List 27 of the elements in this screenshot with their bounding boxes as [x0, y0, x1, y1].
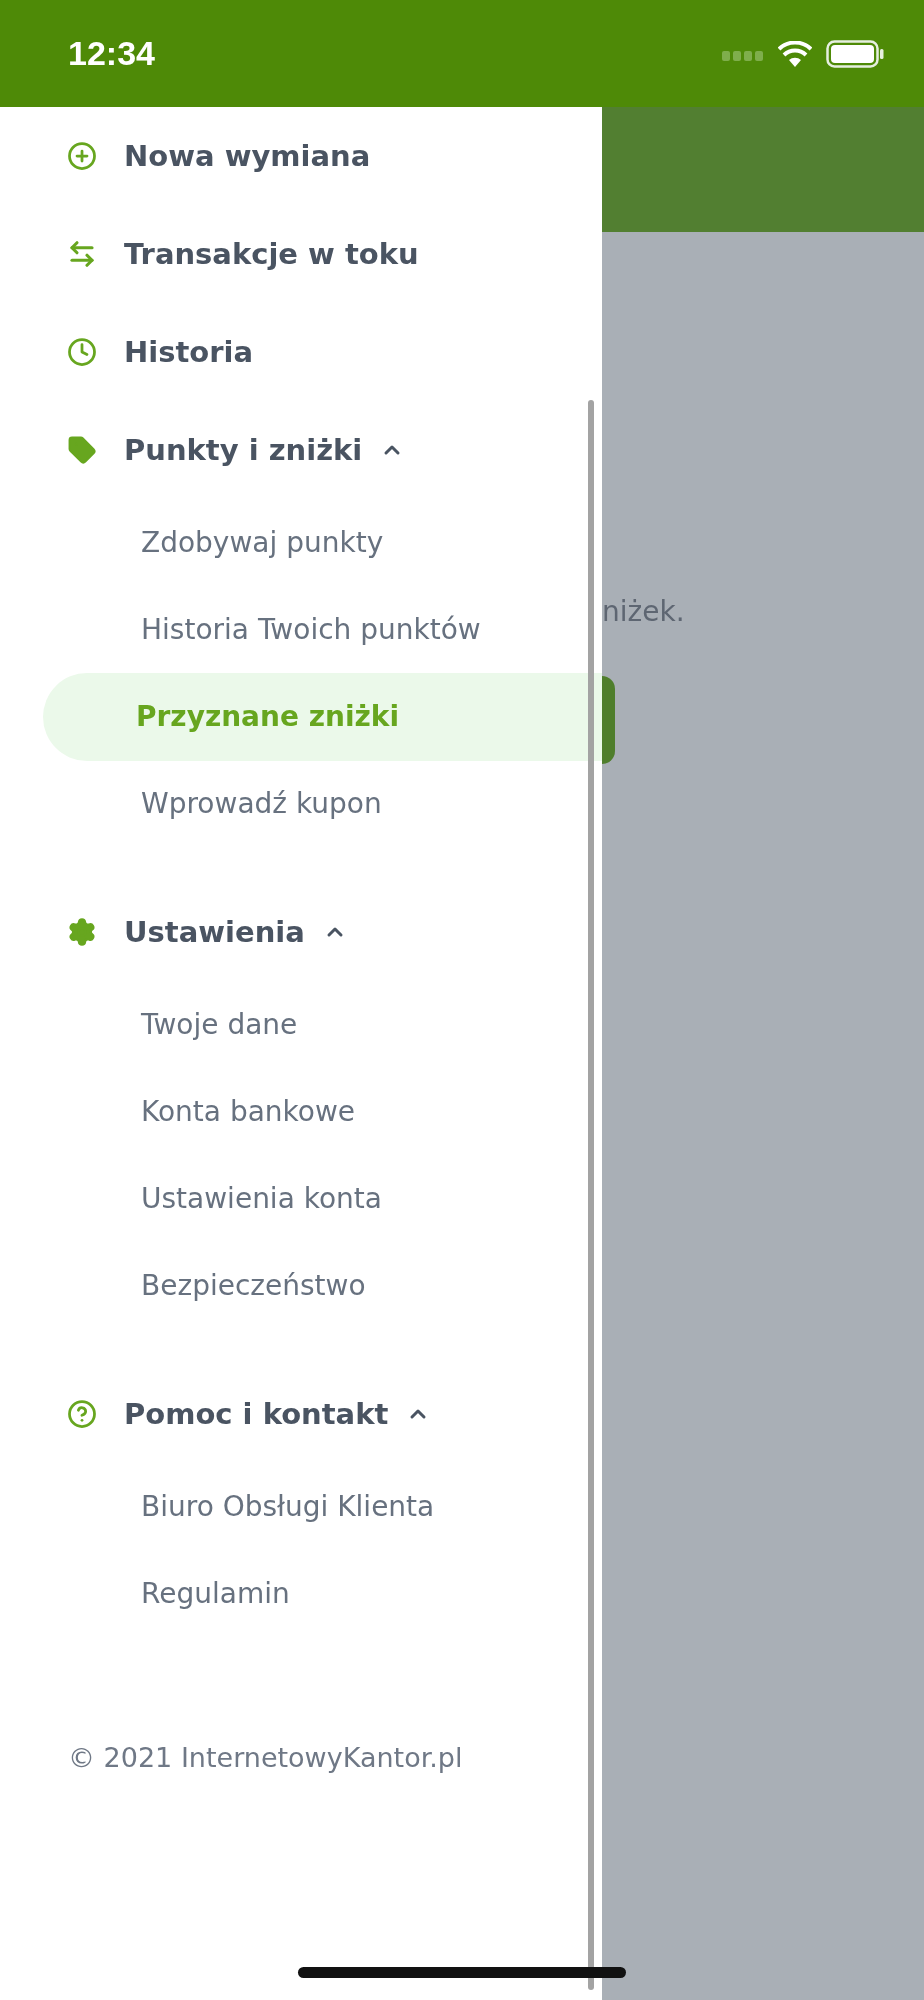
submenu-item[interactable]: Historia Twoich punktów	[141, 613, 481, 646]
menu-item[interactable]: Nowa wymiana	[124, 139, 371, 173]
submenu-item[interactable]: Regulamin	[141, 1577, 290, 1610]
settings-icon	[67, 917, 97, 947]
status-time: 12:34	[68, 34, 155, 73]
arrows-icon	[67, 239, 97, 269]
clock-icon	[67, 337, 97, 367]
menu-item[interactable]: Transakcje w toku	[124, 237, 419, 271]
submenu-item[interactable]: Konta bankowe	[141, 1095, 356, 1128]
submenu-item[interactable]: Ustawienia konta	[141, 1182, 382, 1215]
menu-item[interactable]: Historia	[124, 335, 254, 369]
wifi-icon	[778, 40, 812, 67]
tag-icon	[67, 435, 97, 465]
help-icon	[67, 1399, 97, 1429]
background-text: niżek.	[602, 594, 685, 630]
submenu-item[interactable]: Zdobywaj punkty	[141, 526, 384, 559]
copyright-text: © 2021 InternetowyKantor.pl	[68, 1741, 463, 1775]
submenu-item[interactable]: Wprowadź kupon	[141, 787, 382, 820]
submenu-item[interactable]: Twoje dane	[141, 1008, 298, 1041]
menu-item[interactable]: Punkty i zniżki	[124, 433, 363, 467]
plus-circle-icon	[67, 141, 97, 171]
submenu-item[interactable]: Biuro Obsługi Klienta	[141, 1490, 435, 1523]
submenu-item[interactable]: Przyznane zniżki	[43, 672, 602, 761]
submenu-item[interactable]: Bezpieczeństwo	[141, 1269, 366, 1302]
menu-item[interactable]: Ustawienia	[124, 915, 305, 949]
menu-item[interactable]: Pomoc i kontakt	[124, 1397, 389, 1431]
battery-icon	[826, 39, 884, 68]
